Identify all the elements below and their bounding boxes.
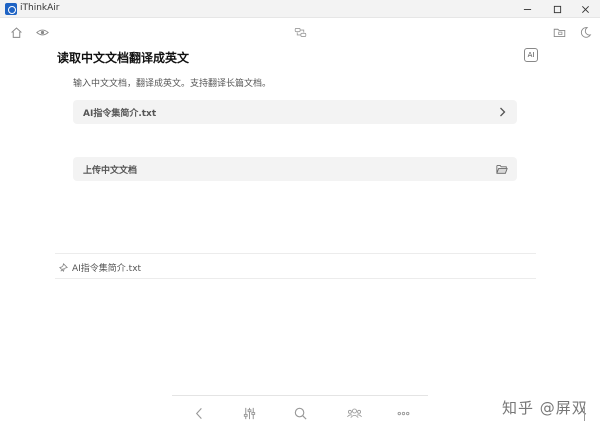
upload-document-label: 上传中文文档 (83, 166, 138, 176)
close-icon (581, 5, 589, 13)
back-icon (195, 407, 202, 419)
chevron-right-icon (495, 105, 509, 119)
divider (55, 253, 536, 254)
ai-badge[interactable]: AI (524, 48, 538, 62)
group-icon (346, 408, 362, 418)
settings-sliders-button[interactable] (240, 404, 258, 422)
app-logo-icon (5, 3, 17, 15)
community-button[interactable] (345, 404, 363, 422)
folder-button[interactable] (552, 25, 566, 39)
watermark: 知乎 @屏双 (502, 399, 588, 417)
prompt-file-label: AI指令集简介.txt (83, 109, 157, 119)
maximize-icon (553, 5, 561, 13)
result-file-item[interactable]: AI指令集简介.txt (58, 260, 141, 274)
divider (55, 278, 536, 279)
upload-document-button[interactable]: 上传中文文档 (73, 157, 517, 181)
home-button[interactable] (9, 25, 23, 39)
window-titlebar: iThinkAir (0, 0, 600, 18)
maximize-button[interactable] (542, 0, 572, 18)
minimize-icon (523, 8, 531, 10)
minimize-button[interactable] (512, 0, 542, 18)
close-button[interactable] (570, 0, 600, 18)
back-button[interactable] (190, 404, 208, 422)
home-icon (10, 26, 22, 38)
search-icon (294, 407, 307, 420)
folder-icon (553, 28, 565, 37)
bottom-nav-divider (172, 395, 428, 396)
pin-icon (59, 262, 68, 272)
open-folder-icon (495, 162, 509, 176)
more-icon (397, 411, 409, 415)
more-button[interactable] (394, 404, 412, 422)
page-title: 读取中文文档翻译成英文 (57, 51, 190, 65)
sliders-icon (243, 407, 255, 419)
page-subtitle: 输入中文文档，翻译成英文。支持翻译长篇文档。 (73, 79, 272, 89)
preview-button[interactable] (35, 25, 49, 39)
swap-icon (294, 27, 306, 37)
prompt-file-selector[interactable]: AI指令集简介.txt (73, 100, 517, 124)
window-title: iThinkAir (20, 3, 60, 13)
dark-mode-button[interactable] (578, 25, 592, 39)
result-file-name: AI指令集简介.txt (72, 263, 142, 274)
resize-handle[interactable] (584, 407, 594, 421)
search-button[interactable] (291, 404, 309, 422)
swap-button[interactable] (293, 25, 307, 39)
eye-icon (35, 29, 49, 35)
moon-icon (580, 26, 591, 38)
